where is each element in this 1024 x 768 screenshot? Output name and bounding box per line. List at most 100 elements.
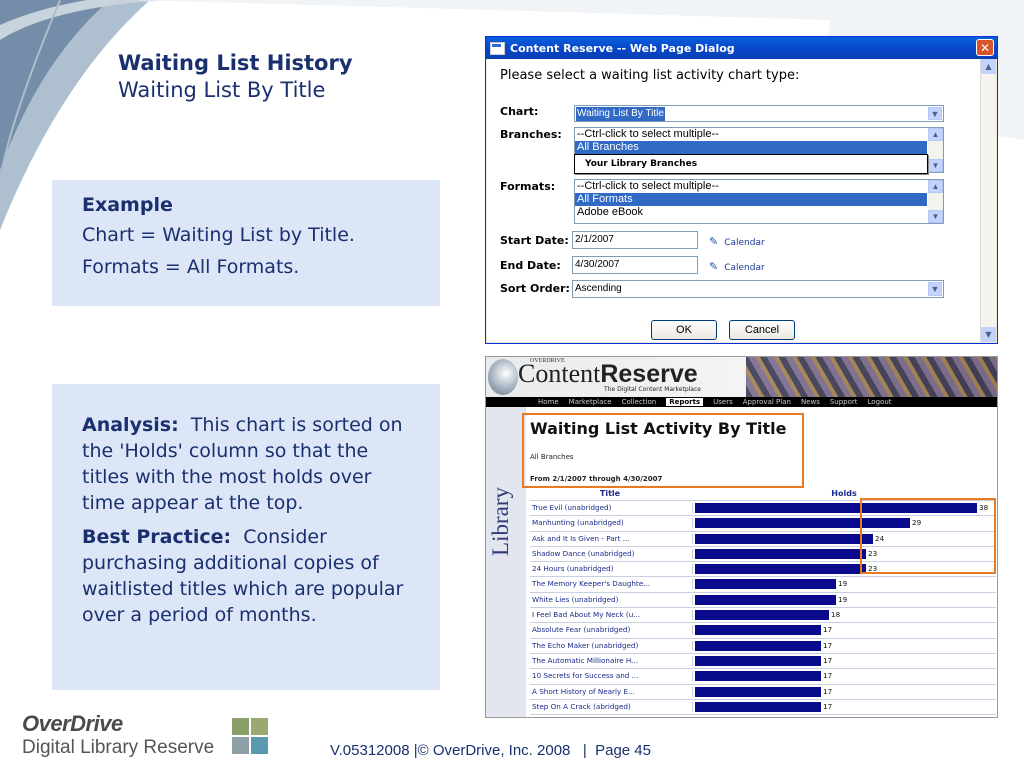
analysis-label: Analysis: bbox=[82, 414, 179, 436]
title-cell[interactable]: A Short History of Nearly E... bbox=[532, 685, 690, 699]
formats-option-all[interactable]: All Formats bbox=[575, 193, 927, 206]
nav-item-users[interactable]: Users bbox=[713, 398, 733, 406]
holds-cell: 17 bbox=[692, 640, 832, 651]
chevron-down-icon[interactable]: ▼ bbox=[928, 107, 942, 120]
holds-bar bbox=[695, 640, 821, 651]
nav-item-collection[interactable]: Collection bbox=[622, 398, 657, 406]
branches-option-all[interactable]: All Branches bbox=[575, 141, 927, 154]
logo-square bbox=[232, 718, 249, 735]
title-cell[interactable]: I Feel Bad About My Neck (u... bbox=[532, 608, 690, 622]
table-row: I Feel Bad About My Neck (u... 18 bbox=[530, 607, 996, 622]
title-cell[interactable]: White Lies (unabridged) bbox=[532, 593, 690, 607]
nav-item-logout[interactable]: Logout bbox=[868, 398, 892, 406]
holds-bar bbox=[695, 594, 836, 605]
sort-order-select[interactable]: Ascending ▼ bbox=[572, 280, 944, 298]
scroll-up-icon[interactable]: ▲ bbox=[928, 128, 943, 141]
title-cell[interactable]: True Evil (unabridged) bbox=[532, 501, 690, 515]
table-row: The Automatic Millionaire H... 17 bbox=[530, 652, 996, 668]
nav-item-reports[interactable]: Reports bbox=[666, 398, 704, 406]
dialog-body: Please select a waiting list activity ch… bbox=[487, 59, 996, 342]
logo-square bbox=[251, 737, 268, 754]
holds-bar bbox=[695, 625, 821, 636]
title-cell[interactable]: Absolute Fear (unabridged) bbox=[532, 623, 690, 637]
dialog-titlebar[interactable]: Content Reserve -- Web Page Dialog bbox=[486, 37, 997, 59]
cancel-button[interactable]: Cancel bbox=[729, 320, 795, 340]
branches-tooltip: Your Library Branches bbox=[574, 154, 928, 174]
chart-label: Chart: bbox=[500, 105, 539, 118]
nav-item-news[interactable]: News bbox=[801, 398, 820, 406]
title-cell[interactable]: 10 Secrets for Success and ... bbox=[532, 669, 690, 683]
nav-item-marketplace[interactable]: Marketplace bbox=[569, 398, 612, 406]
scroll-down-icon[interactable]: ▼ bbox=[928, 210, 943, 223]
example-heading: Example bbox=[82, 194, 173, 216]
scroll-down-icon[interactable]: ▼ bbox=[981, 327, 996, 342]
holds-cell: 29 bbox=[692, 518, 921, 529]
footer-text: V.05312008 |© OverDrive, Inc. 2008 | Pag… bbox=[330, 742, 651, 759]
title-cell[interactable]: Shadow Dance (unabridged) bbox=[532, 547, 690, 561]
table-row: White Lies (unabridged) 19 bbox=[530, 591, 996, 607]
logo-line-2: Digital Library Reserve bbox=[22, 737, 215, 758]
scroll-down-icon[interactable]: ▼ bbox=[928, 159, 943, 172]
end-calendar-link[interactable]: ✎ Calendar bbox=[709, 260, 765, 273]
dialog-scrollbar[interactable]: ▲ ▼ bbox=[980, 59, 996, 342]
title-cell[interactable]: The Echo Maker (unabridged) bbox=[532, 639, 690, 653]
holds-cell: 17 bbox=[692, 686, 832, 697]
holds-value: 17 bbox=[823, 625, 833, 635]
nav-item-home[interactable]: Home bbox=[538, 398, 559, 406]
chevron-down-icon[interactable]: ▼ bbox=[928, 282, 942, 296]
example-line-1: Chart = Waiting List by Title. bbox=[82, 224, 355, 246]
brand-reserve: Reserve bbox=[600, 360, 698, 388]
nav-item-support[interactable]: Support bbox=[830, 398, 858, 406]
holds-cell: 24 bbox=[692, 533, 884, 544]
table-row: 10 Secrets for Success and ... 17 bbox=[530, 668, 996, 683]
title-cell[interactable]: Ask and It Is Given - Part ... bbox=[532, 532, 690, 546]
title-cell[interactable]: The Automatic Millionaire H... bbox=[532, 654, 690, 668]
formats-option-adobe[interactable]: Adobe eBook bbox=[575, 206, 927, 219]
chart-select-value: Waiting List By Title bbox=[576, 107, 665, 121]
start-date-input[interactable]: 2/1/2007 bbox=[572, 231, 698, 249]
sidebar-library-label: Library bbox=[488, 487, 513, 556]
table-row: A Short History of Nearly E... 17 bbox=[530, 683, 996, 699]
ok-button[interactable]: OK bbox=[651, 320, 717, 340]
scroll-up-icon[interactable]: ▲ bbox=[981, 59, 996, 74]
nav-item-approval-plan[interactable]: Approval Plan bbox=[743, 398, 791, 406]
holds-cell: 38 bbox=[692, 503, 988, 513]
branches-scrollbar[interactable]: ▲ ▼ bbox=[928, 128, 943, 172]
analysis-panel: Analysis: This chart is sorted on the 'H… bbox=[52, 384, 440, 690]
formats-scrollbar[interactable]: ▲ ▼ bbox=[928, 180, 943, 223]
tagline: The Digital Content Marketplace bbox=[604, 386, 701, 393]
chart-select[interactable]: Waiting List By Title ▼ bbox=[574, 105, 944, 122]
title-cell[interactable]: The Audacity of Hope (abrid... bbox=[532, 715, 690, 717]
sort-order-value: Ascending bbox=[575, 283, 622, 294]
report-nav: Home Marketplace Collection Reports Users App… bbox=[486, 397, 997, 407]
holds-bar bbox=[695, 564, 866, 575]
holds-bar bbox=[695, 701, 821, 712]
start-calendar-link[interactable]: ✎ Calendar bbox=[709, 235, 765, 248]
best-practice-label: Best Practice: bbox=[82, 526, 232, 548]
formats-listbox[interactable]: --Ctrl-click to select multiple-- All Fo… bbox=[574, 179, 944, 224]
formats-option-hint[interactable]: --Ctrl-click to select multiple-- bbox=[575, 180, 927, 193]
overdrive-logo: OverDrive Digital Library Reserve bbox=[22, 712, 214, 760]
window-icon bbox=[490, 41, 505, 55]
table-row: Step On A Crack (abridged) 17 bbox=[530, 698, 996, 714]
title-cell[interactable]: The Memory Keeper's Daughte... bbox=[532, 577, 690, 591]
column-header-title[interactable]: Title bbox=[530, 488, 690, 500]
header-collage-image bbox=[746, 357, 997, 397]
holds-bar bbox=[695, 686, 821, 697]
title-cell[interactable]: Step On A Crack (abridged) bbox=[532, 700, 690, 714]
slide-title: Waiting List History Waiting List By Tit… bbox=[118, 50, 353, 104]
holds-cell: 18 bbox=[692, 610, 840, 621]
holds-cell: 23 bbox=[692, 548, 877, 559]
logo-square bbox=[232, 737, 249, 754]
dialog-title: Content Reserve -- Web Page Dialog bbox=[510, 41, 735, 55]
title-cell[interactable]: Manhunting (unabridged) bbox=[532, 516, 690, 530]
scroll-up-icon[interactable]: ▲ bbox=[928, 180, 943, 193]
swirl-logo-icon bbox=[488, 359, 518, 395]
close-button[interactable]: ✕ bbox=[976, 39, 994, 56]
end-date-input[interactable]: 4/30/2007 bbox=[572, 256, 698, 274]
branches-option-hint[interactable]: --Ctrl-click to select multiple-- bbox=[575, 128, 927, 141]
title-cell[interactable]: 24 Hours (unabridged) bbox=[532, 562, 690, 576]
example-line-2: Formats = All Formats. bbox=[82, 256, 300, 278]
logo-squares-icon bbox=[232, 718, 268, 754]
holds-value: 16 bbox=[816, 717, 825, 718]
